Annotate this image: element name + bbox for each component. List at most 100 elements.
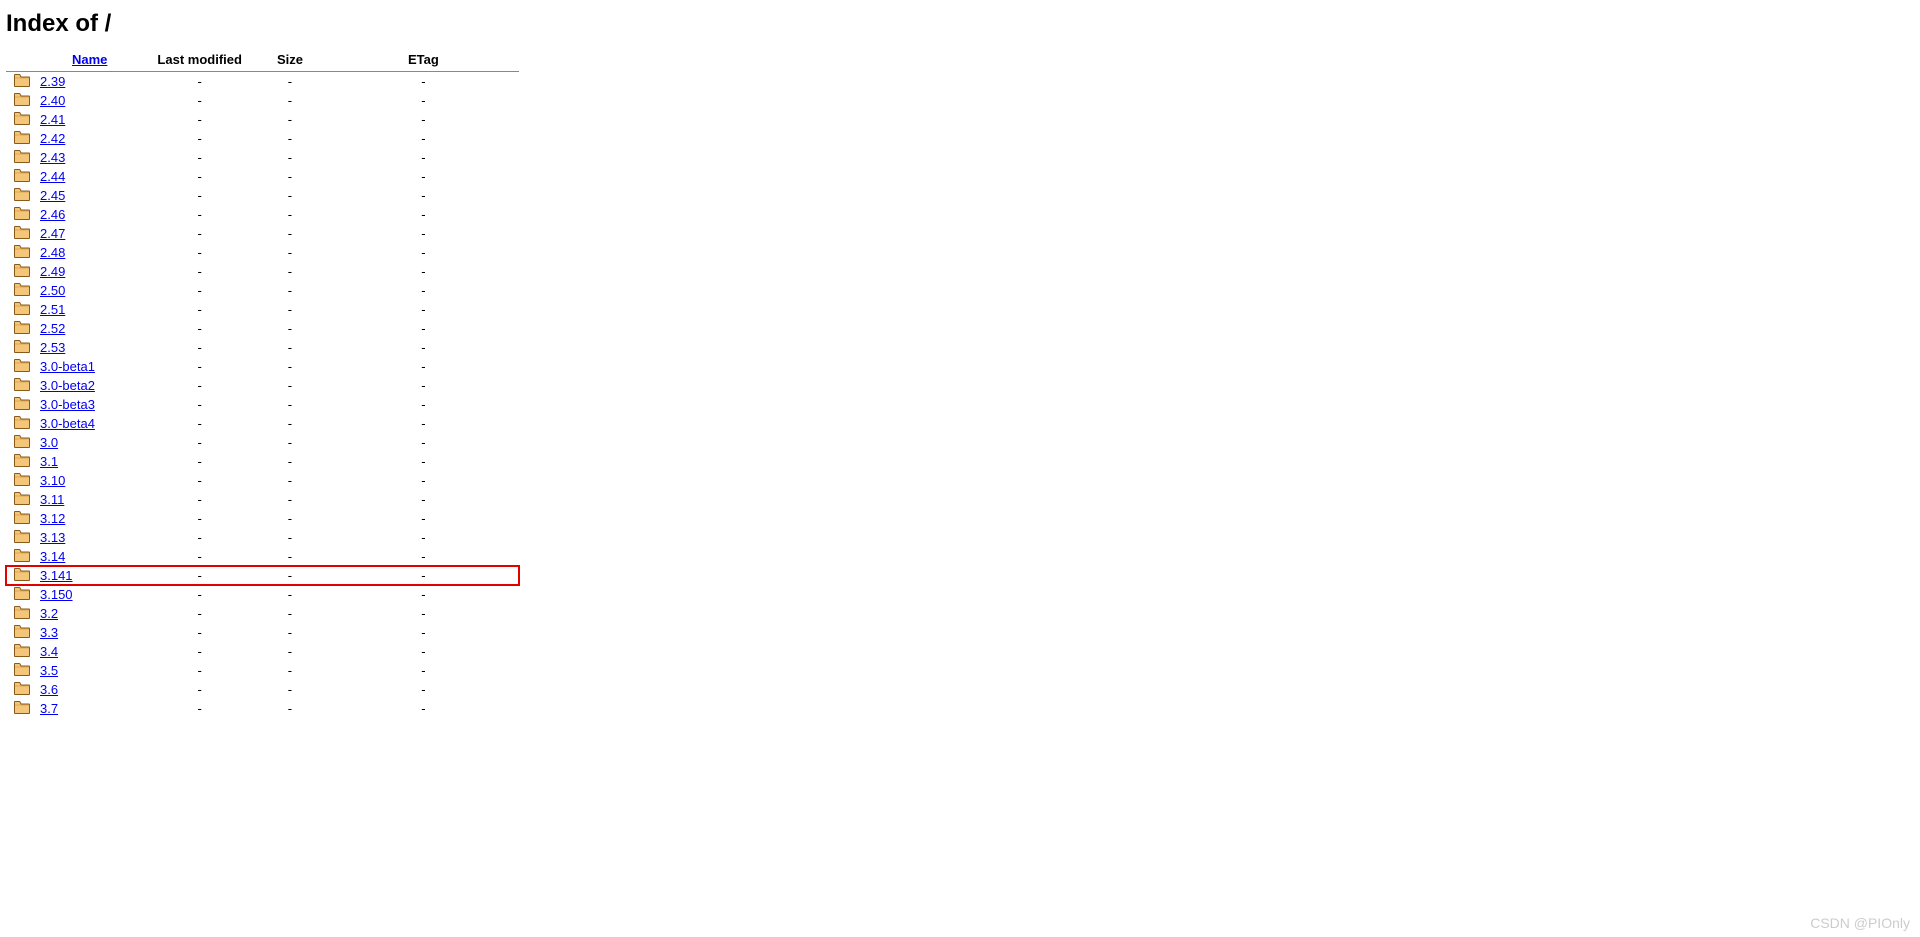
cell-last-modified: - [147, 300, 252, 319]
cell-size: - [252, 509, 328, 528]
cell-etag: - [328, 319, 519, 338]
directory-link[interactable]: 2.50 [40, 283, 65, 298]
cell-last-modified: - [147, 452, 252, 471]
cell-last-modified: - [147, 148, 252, 167]
header-etag: ETag [328, 48, 519, 72]
folder-icon [6, 395, 32, 414]
cell-etag: - [328, 357, 519, 376]
cell-name: 3.10 [32, 471, 147, 490]
cell-last-modified: - [147, 167, 252, 186]
cell-size: - [252, 490, 328, 509]
table-row: 2.49--- [6, 262, 519, 281]
cell-etag: - [328, 661, 519, 680]
directory-link[interactable]: 3.11 [40, 492, 64, 507]
folder-icon [6, 585, 32, 604]
cell-etag: - [328, 300, 519, 319]
folder-icon [6, 528, 32, 547]
cell-last-modified: - [147, 528, 252, 547]
cell-name: 2.53 [32, 338, 147, 357]
cell-size: - [252, 110, 328, 129]
cell-size: - [252, 395, 328, 414]
directory-link[interactable]: 2.49 [40, 264, 65, 279]
cell-etag: - [328, 91, 519, 110]
cell-name: 3.5 [32, 661, 147, 680]
directory-link[interactable]: 2.45 [40, 188, 65, 203]
cell-name: 3.0-beta3 [32, 395, 147, 414]
cell-etag: - [328, 110, 519, 129]
folder-icon [6, 167, 32, 186]
cell-name: 3.7 [32, 699, 147, 718]
cell-name: 3.150 [32, 585, 147, 604]
cell-name: 2.45 [32, 186, 147, 205]
table-row: 2.42--- [6, 129, 519, 148]
directory-link[interactable]: 3.150 [40, 587, 73, 602]
cell-name: 2.46 [32, 205, 147, 224]
directory-link[interactable]: 2.44 [40, 169, 65, 184]
directory-link[interactable]: 2.47 [40, 226, 65, 241]
cell-name: 3.2 [32, 604, 147, 623]
folder-icon [6, 72, 32, 92]
cell-size: - [252, 148, 328, 167]
cell-name: 3.13 [32, 528, 147, 547]
directory-link[interactable]: 3.0-beta1 [40, 359, 95, 374]
folder-icon [6, 642, 32, 661]
directory-link[interactable]: 3.1 [40, 454, 58, 469]
cell-name: 2.51 [32, 300, 147, 319]
cell-size: - [252, 528, 328, 547]
directory-link[interactable]: 3.13 [40, 530, 65, 545]
page-title: Index of / [6, 10, 1914, 38]
directory-link[interactable]: 3.0 [40, 435, 58, 450]
sort-by-name-link[interactable]: Name [72, 52, 107, 67]
directory-link[interactable]: 2.40 [40, 93, 65, 108]
cell-last-modified: - [147, 433, 252, 452]
directory-link[interactable]: 3.7 [40, 701, 58, 716]
cell-etag: - [328, 471, 519, 490]
table-row: 2.51--- [6, 300, 519, 319]
cell-etag: - [328, 623, 519, 642]
folder-icon [6, 357, 32, 376]
cell-etag: - [328, 376, 519, 395]
table-row: 2.43--- [6, 148, 519, 167]
directory-link[interactable]: 2.39 [40, 74, 65, 89]
directory-link[interactable]: 3.0-beta2 [40, 378, 95, 393]
directory-link[interactable]: 2.51 [40, 302, 65, 317]
cell-last-modified: - [147, 680, 252, 699]
folder-icon [6, 243, 32, 262]
directory-link[interactable]: 2.46 [40, 207, 65, 222]
directory-link[interactable]: 3.4 [40, 644, 58, 659]
cell-size: - [252, 566, 328, 585]
directory-link[interactable]: 3.5 [40, 663, 58, 678]
directory-link[interactable]: 2.52 [40, 321, 65, 336]
cell-name: 3.12 [32, 509, 147, 528]
directory-link[interactable]: 3.10 [40, 473, 65, 488]
directory-link[interactable]: 3.0-beta3 [40, 397, 95, 412]
table-row: 3.0-beta1--- [6, 357, 519, 376]
cell-name: 2.52 [32, 319, 147, 338]
cell-last-modified: - [147, 224, 252, 243]
directory-link[interactable]: 2.42 [40, 131, 65, 146]
directory-link[interactable]: 3.14 [40, 549, 65, 564]
cell-name: 3.14 [32, 547, 147, 566]
cell-etag: - [328, 452, 519, 471]
directory-link[interactable]: 2.53 [40, 340, 65, 355]
cell-etag: - [328, 224, 519, 243]
directory-link[interactable]: 2.43 [40, 150, 65, 165]
directory-link[interactable]: 3.3 [40, 625, 58, 640]
table-row: 3.7--- [6, 699, 519, 718]
folder-icon [6, 604, 32, 623]
directory-link[interactable]: 3.141 [40, 568, 73, 583]
directory-link[interactable]: 3.6 [40, 682, 58, 697]
cell-size: - [252, 661, 328, 680]
cell-last-modified: - [147, 585, 252, 604]
directory-link[interactable]: 3.0-beta4 [40, 416, 95, 431]
directory-link[interactable]: 2.48 [40, 245, 65, 260]
header-icon-spacer [6, 48, 32, 72]
directory-link[interactable]: 3.12 [40, 511, 65, 526]
directory-link[interactable]: 3.2 [40, 606, 58, 621]
cell-size: - [252, 300, 328, 319]
cell-name: 3.3 [32, 623, 147, 642]
table-row: 3.0-beta4--- [6, 414, 519, 433]
directory-link[interactable]: 2.41 [40, 112, 65, 127]
cell-last-modified: - [147, 205, 252, 224]
folder-icon [6, 566, 32, 585]
